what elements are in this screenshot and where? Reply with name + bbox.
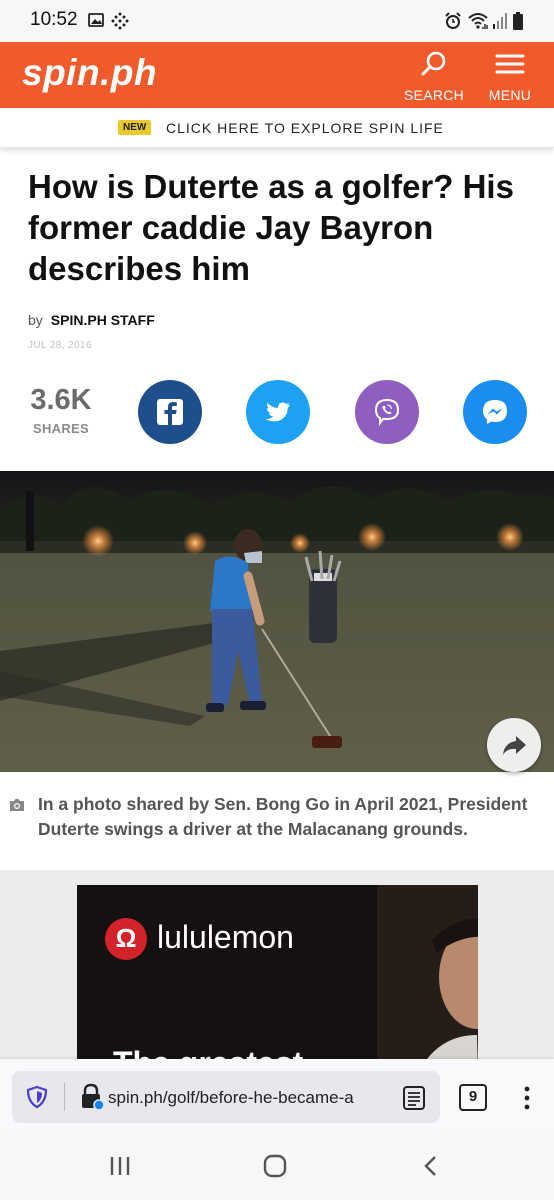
byline: by SPIN.PH STAFF — [28, 312, 155, 328]
browser-toolbar: spin.ph/golf/before-he-became-a 9 — [0, 1059, 554, 1135]
lululemon-logo-icon: Ω — [105, 918, 147, 960]
photo-caption: In a photo shared by Sen. Bong Go in Apr… — [38, 794, 528, 839]
share-arrow-icon — [503, 736, 526, 755]
facebook-icon — [157, 399, 183, 425]
menu-label: MENU — [488, 87, 532, 103]
wifi-icon — [468, 12, 490, 35]
overflow-menu-icon[interactable] — [522, 1085, 532, 1116]
share-count: 3.6K SHARES — [28, 384, 94, 436]
hamburger-icon — [495, 54, 525, 74]
article-title: How is Duterte as a golfer? His former c… — [28, 168, 514, 287]
promo-link[interactable]: CLICK HERE TO EXPLORE SPIN LIFE — [166, 120, 444, 136]
lock-icon[interactable] — [80, 1083, 106, 1116]
status-bar: 10:52 — [0, 0, 554, 42]
viber-share-button[interactable] — [355, 380, 419, 444]
reader-mode-icon[interactable] — [402, 1085, 426, 1116]
url-text[interactable]: spin.ph/golf/before-he-became-a — [108, 1088, 384, 1108]
author-link[interactable]: SPIN.PH STAFF — [51, 312, 155, 328]
messenger-icon — [483, 400, 507, 424]
recent-apps-icon[interactable] — [108, 1155, 132, 1182]
facebook-share-button[interactable] — [138, 380, 202, 444]
address-divider — [64, 1083, 65, 1111]
status-time: 10:52 — [30, 9, 78, 30]
battery-icon — [512, 12, 524, 35]
search-label: SEARCH — [403, 87, 465, 103]
back-icon[interactable] — [420, 1154, 442, 1183]
twitter-share-button[interactable] — [246, 380, 310, 444]
site-logo[interactable]: spin.ph — [22, 52, 157, 94]
search-button[interactable]: SEARCH — [402, 50, 466, 103]
system-nav-bar — [0, 1135, 554, 1200]
alarm-icon — [444, 12, 462, 35]
gallery-icon — [88, 12, 104, 33]
share-fab[interactable] — [487, 718, 541, 772]
new-badge: NEW — [118, 120, 152, 135]
tab-counter-button[interactable]: 9 — [459, 1084, 487, 1111]
twitter-icon — [265, 402, 290, 422]
signal-icon — [492, 12, 508, 35]
shield-icon[interactable] — [26, 1085, 48, 1114]
share-count-number: 3.6K — [30, 384, 92, 416]
promo-banner[interactable]: NEW CLICK HERE TO EXPLORE SPIN LIFE — [0, 108, 554, 148]
by-label: by — [28, 312, 43, 328]
site-header: spin.ph SEARCH MENU — [0, 42, 554, 108]
ad-banner[interactable]: Ω lululemon The greatest — [77, 885, 478, 1075]
article-photo — [0, 471, 554, 772]
search-icon — [421, 51, 446, 76]
share-count-label: SHARES — [33, 421, 89, 436]
ad-brand: lululemon — [157, 919, 294, 955]
viber-icon — [374, 398, 400, 426]
publish-date: JUL 28, 2016 — [28, 340, 92, 351]
home-icon[interactable] — [262, 1154, 288, 1183]
camera-icon — [8, 797, 26, 818]
phone-screen: 10:52 spin.ph SEARCH MENU NEW CLICK HERE… — [0, 0, 554, 1200]
messenger-share-button[interactable] — [463, 380, 527, 444]
dots-grid-icon — [111, 12, 129, 35]
menu-button[interactable]: MENU — [484, 50, 536, 103]
